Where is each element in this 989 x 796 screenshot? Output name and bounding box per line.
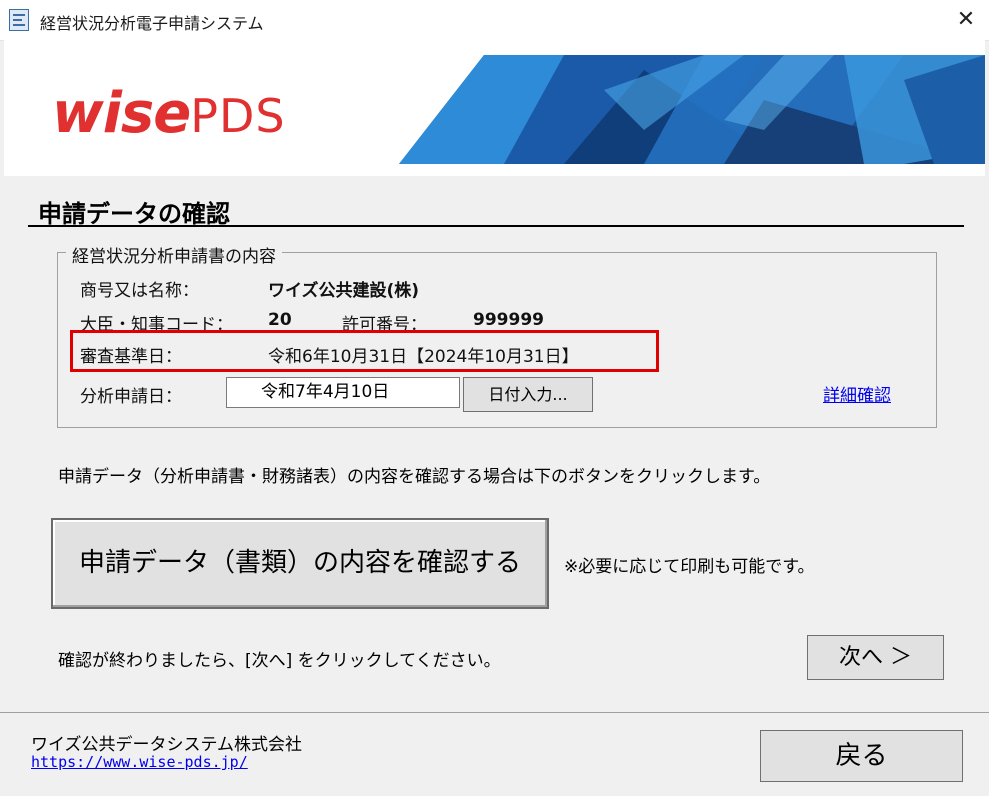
banner: wisePDS bbox=[4, 40, 985, 176]
company-name-label: 商号又は名称： bbox=[80, 281, 199, 301]
page-title: 申請データの確認 bbox=[38, 200, 230, 228]
app-icon bbox=[9, 9, 29, 31]
title-divider bbox=[28, 225, 964, 227]
permit-number-value: 999999 bbox=[473, 310, 544, 330]
website-link[interactable]: https://www.wise-pds.jp/ bbox=[31, 753, 248, 771]
confirm-instruction: 申請データ（分析申請書・財務諸表）の内容を確認する場合は下のボタンをクリックしま… bbox=[58, 467, 771, 487]
review-date-value: 令和6年10月31日【2024年10月31日】 bbox=[268, 347, 579, 367]
title-bar: 経営状況分析電子申請システム ✕ bbox=[0, 0, 989, 41]
close-icon[interactable]: ✕ bbox=[943, 0, 989, 40]
apply-date-label: 分析申請日： bbox=[80, 387, 182, 407]
wisepds-logo: wisePDS bbox=[52, 81, 286, 146]
print-note: ※必要に応じて印刷も可能です。 bbox=[564, 557, 815, 577]
apply-date-field[interactable]: 令和7年4月10日 bbox=[226, 377, 460, 408]
detail-confirm-link[interactable]: 詳細確認 bbox=[823, 381, 891, 406]
confirm-documents-button[interactable]: 申請データ（書類）の内容を確認する bbox=[51, 518, 549, 609]
company-name: ワイズ公共データシステム株式会社 bbox=[31, 735, 302, 755]
date-input-button[interactable]: 日付入力... bbox=[463, 377, 593, 412]
footer-divider bbox=[0, 712, 989, 713]
next-button[interactable]: 次へ ＞ bbox=[807, 635, 944, 680]
window-title: 経営状況分析電子申請システム bbox=[40, 14, 264, 33]
group-legend: 経営状況分析申請書の内容 bbox=[66, 242, 282, 267]
company-name-value: ワイズ公共建設(株) bbox=[268, 281, 420, 301]
minister-code-value: 20 bbox=[268, 310, 292, 330]
review-date-label: 審査基準日： bbox=[80, 347, 182, 367]
back-button[interactable]: 戻る bbox=[760, 730, 963, 782]
next-instruction: 確認が終わりましたら、[次へ] をクリックしてください。 bbox=[58, 651, 501, 671]
